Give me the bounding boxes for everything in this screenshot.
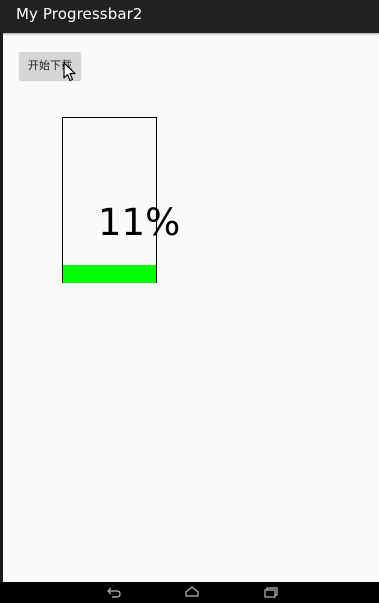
recents-icon[interactable] xyxy=(263,585,279,599)
home-icon[interactable] xyxy=(184,585,200,599)
app-window: My Progressbar2 开始下载 11% xyxy=(0,0,379,603)
screen-edge xyxy=(0,0,3,603)
vertical-progress-bar xyxy=(62,117,157,283)
app-title: My Progressbar2 xyxy=(16,5,143,23)
back-icon[interactable] xyxy=(106,585,122,599)
progress-percent-text: 11% xyxy=(98,201,181,244)
navigation-bar xyxy=(0,582,379,603)
mouse-cursor-icon xyxy=(63,62,76,82)
action-bar: My Progressbar2 xyxy=(0,0,379,33)
progress-fill xyxy=(63,264,156,283)
